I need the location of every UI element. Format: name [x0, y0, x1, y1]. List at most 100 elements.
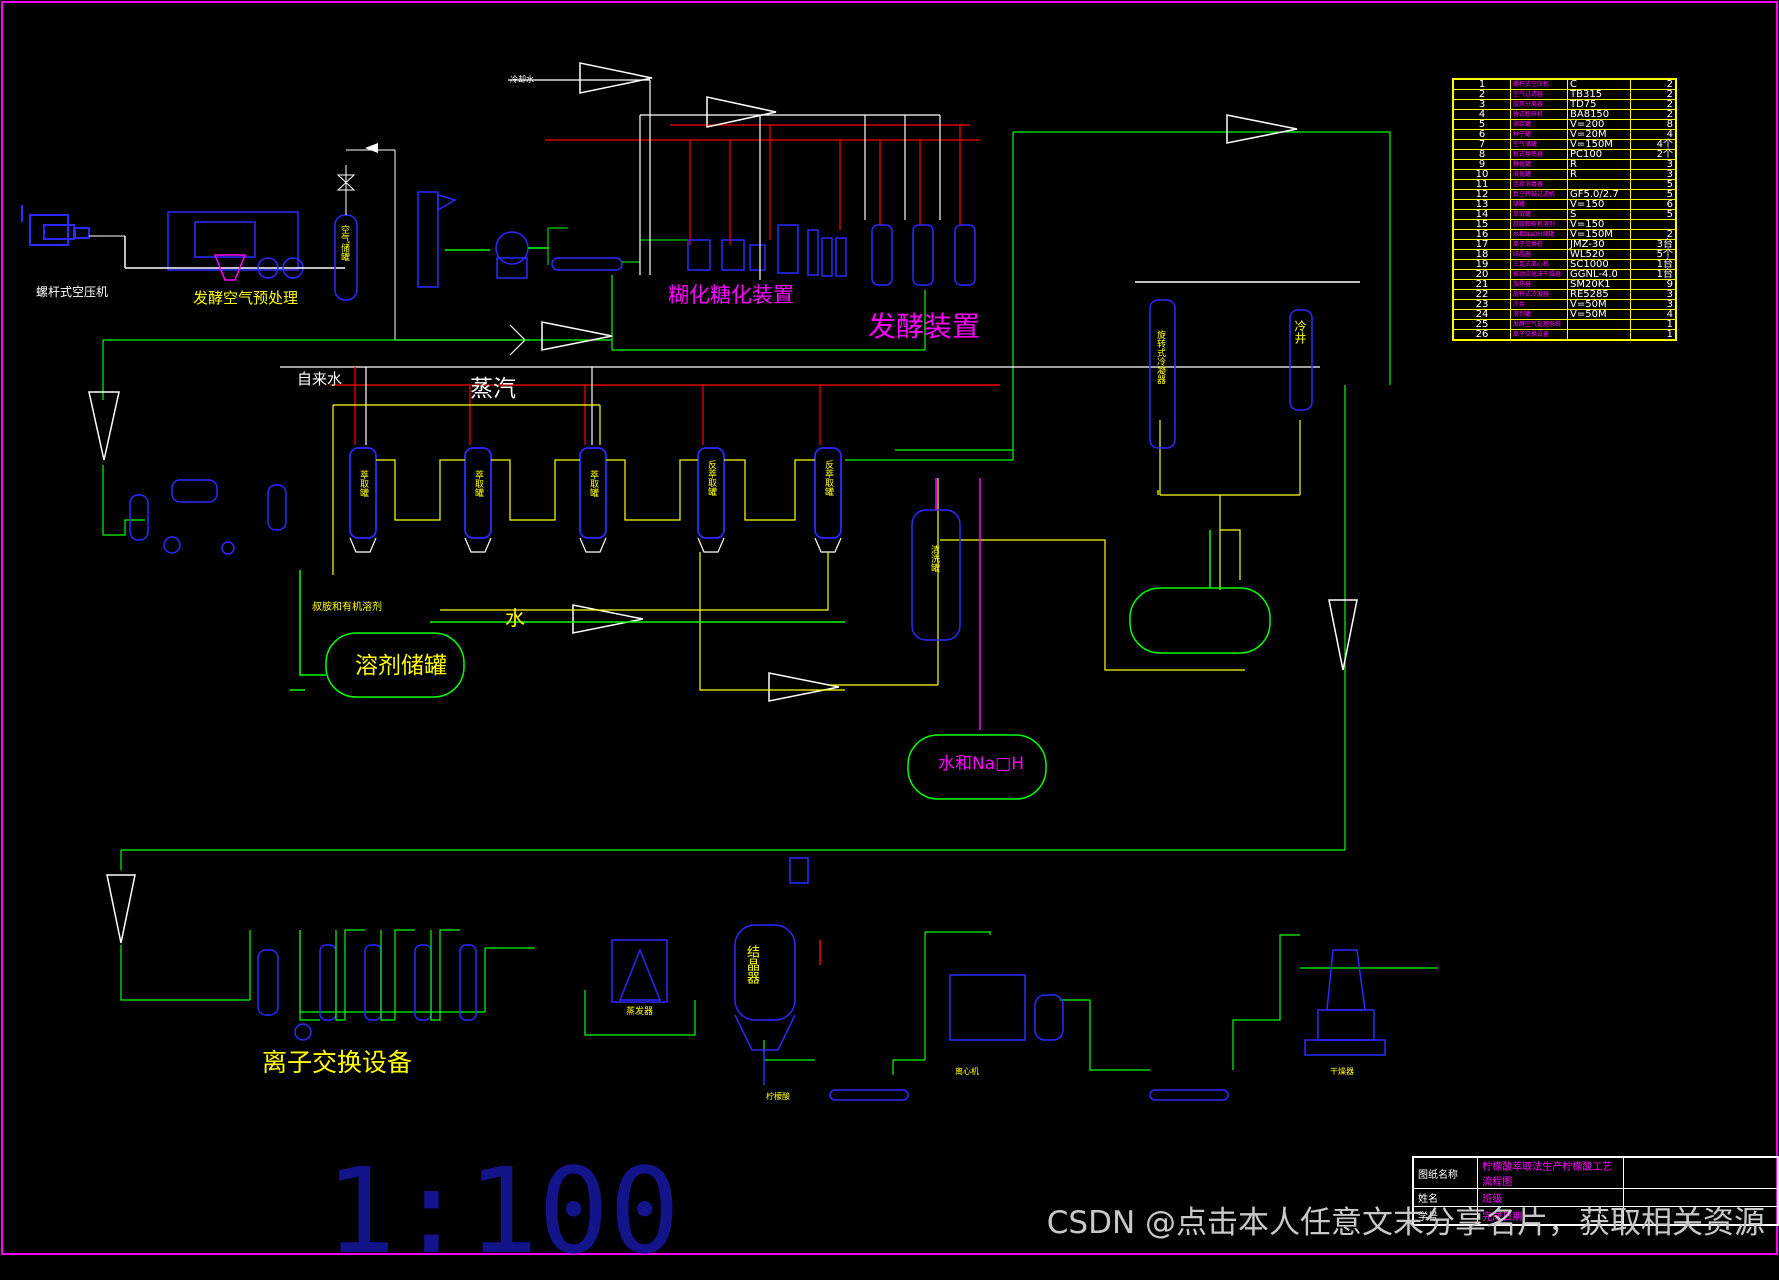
top-left-tag: 冷却水 [510, 75, 534, 84]
bom-cell-n: 25 [1452, 319, 1511, 330]
bom-cell-q: 3 [1630, 299, 1677, 310]
bom-row: 17 离子交换柱 JMZ-30 3台 [1452, 239, 1677, 250]
air-pretreat-unit [124, 211, 345, 281]
bom-cell-d: 调浆罐 [1510, 119, 1568, 130]
naoh-tank-label: 水和Na□H [938, 754, 1024, 774]
bom-row: 12 真空转鼓过滤机 GF5.0/2.7 5 [1452, 189, 1677, 200]
bom-row: 15 叔胺和有机溶剂 V=150 [1452, 219, 1677, 230]
liquefaction-label: 糊化糖化装置 [668, 283, 794, 307]
bom-cell-d: 叔胺和有机溶剂 [1510, 219, 1568, 230]
bom-cell-n: 12 [1452, 189, 1511, 200]
bom-cell-n: 1 [1452, 78, 1511, 90]
bucket-elevator [417, 191, 490, 288]
bom-cell-n: 21 [1452, 279, 1511, 290]
bom-cell-n: 4 [1452, 109, 1511, 120]
bom-row: 2 空气过滤器 TB315 2 [1452, 89, 1677, 100]
bom-cell-n: 10 [1452, 169, 1511, 180]
air-compressor-label: 螺杆式空压机 [36, 285, 109, 299]
air-pretreat-label: 发酵空气预处理 [193, 289, 299, 307]
bom-cell-s: V=200 [1567, 119, 1631, 130]
bom-cell-s: SC1000 [1567, 259, 1631, 270]
solvent-tank-label: 溶剂储罐 [355, 653, 447, 679]
bom-cell-s: BA8150 [1567, 109, 1631, 120]
bom-row: 7 空气储罐 V=150M 4个 [1452, 139, 1677, 150]
amine-tag: 叔胺和有机溶剂 [312, 602, 382, 613]
bom-row: 20 振动流化床干燥器 GGNL-4.0 1台 [1452, 269, 1677, 280]
bom-cell-n: 19 [1452, 259, 1511, 270]
bom-cell-d: 糖化罐 [1510, 159, 1568, 170]
bom-cell-s: RE5285 [1567, 289, 1631, 300]
bom-cell-d: 发酵空气处理系统 [1510, 319, 1568, 330]
bom-cell-s: TD75 [1567, 99, 1631, 110]
bom-cell-q: 1台 [1630, 259, 1677, 270]
bom-cell-s: V=150M [1567, 229, 1631, 240]
bom-row: 3 旋风分离器 TD75 2 [1452, 99, 1677, 110]
title-block-empty-1 [1623, 1156, 1779, 1189]
bom-cell-d: 加热器 [1510, 279, 1568, 290]
bom-cell-d: 储罐 [1510, 199, 1568, 210]
bom-cell-n: 9 [1452, 159, 1511, 170]
bom-cell-n: 26 [1452, 329, 1511, 341]
crusher [495, 231, 548, 279]
bom-cell-q: 3台 [1630, 239, 1677, 250]
horizontal-tank [1129, 530, 1271, 654]
extraction-column-label-1: 萃取罐 [358, 470, 368, 497]
conveyor-screw [547, 227, 690, 271]
air-compressor [21, 205, 125, 246]
air-tank-label: 空气储罐 [339, 225, 349, 261]
bom-cell-s: PC100 [1567, 149, 1631, 160]
bom-cell-d: 振动流化床干燥器 [1510, 269, 1568, 280]
title-block-r1c1: 图纸名称 [1412, 1156, 1479, 1189]
bom-cell-q: 1 [1630, 319, 1677, 330]
bom-cell-s: SM20K1 [1567, 279, 1631, 290]
bom-row: 26 离子交换设备 1 [1452, 329, 1677, 341]
bom-table: 1 螺杆式空压机 C 2 2 空气过滤器 TB315 2 3 旋风分离器 TD75 2 4 锤式粉碎机 BA… [1452, 78, 1677, 341]
bom-cell-d: 板式换热器 [1510, 149, 1568, 160]
bom-cell-s [1567, 329, 1631, 341]
dryer-shape [1304, 949, 1386, 1056]
ferment-tanks [807, 224, 976, 286]
centrifuge-shape [949, 974, 1064, 1041]
back-extraction-label-1: 反萃取罐 [706, 460, 716, 496]
bom-cell-n: 24 [1452, 309, 1511, 320]
bom-cell-s: V=50M [1567, 299, 1631, 310]
bom-cell-s: GGNL-4.0 [1567, 269, 1631, 280]
bom-cell-s: C [1567, 78, 1631, 90]
bom-row: 16 水和NaOH储罐 V=150M 2 [1452, 229, 1677, 240]
bom-cell-n: 15 [1452, 219, 1511, 230]
bom-row: 18 结晶器 WL520 5个 [1452, 249, 1677, 260]
pretreat-pumps [129, 479, 287, 555]
bom-cell-d: 三足式离心机 [1510, 259, 1568, 270]
bom-row: 24 溶剂罐 V=50M 4 [1452, 309, 1677, 320]
bom-cell-d: 离子交换柱 [1510, 239, 1568, 250]
bom-row: 5 调浆罐 V=200 8 [1452, 119, 1677, 130]
bom-cell-d: 离子交换设备 [1510, 329, 1568, 341]
flow-arrows [88, 62, 1358, 944]
heat-exchanger-label: 旋转式冷凝器 [1155, 330, 1165, 384]
bom-cell-q [1630, 219, 1677, 230]
steam-red-lines [545, 124, 1000, 386]
bom-cell-n: 13 [1452, 199, 1511, 210]
citrate-pump-label: 柠檬酸 [766, 1092, 790, 1101]
bom-cell-s: S [1567, 209, 1631, 220]
bom-cell-q: 6 [1630, 199, 1677, 210]
bom-row: 9 糖化罐 R 3 [1452, 159, 1677, 170]
bom-cell-q: 9 [1630, 279, 1677, 290]
bom-cell-n: 18 [1452, 249, 1511, 260]
bom-cell-n: 11 [1452, 179, 1511, 190]
bom-cell-q: 5 [1630, 209, 1677, 220]
bom-cell-q: 4 [1630, 129, 1677, 140]
crystallizer-label: 结晶器 [744, 945, 759, 984]
bom-cell-q: 2 [1630, 78, 1677, 90]
bom-cell-q: 2 [1630, 229, 1677, 240]
fermentation-label: 发酵装置 [868, 310, 981, 343]
bom-cell-d: 冷井 [1510, 299, 1568, 310]
tap-water-label: 自来水 [297, 370, 343, 388]
centrifuge-label: 离心机 [955, 1067, 979, 1076]
screw-conveyors [829, 1089, 1229, 1101]
extraction-column-label-2: 萃取罐 [473, 470, 483, 497]
bom-cell-s: V=150M [1567, 139, 1631, 150]
bom-cell-q: 4 [1630, 309, 1677, 320]
liquefaction-tanks [687, 224, 799, 274]
bom-row: 19 三足式离心机 SC1000 1台 [1452, 259, 1677, 270]
